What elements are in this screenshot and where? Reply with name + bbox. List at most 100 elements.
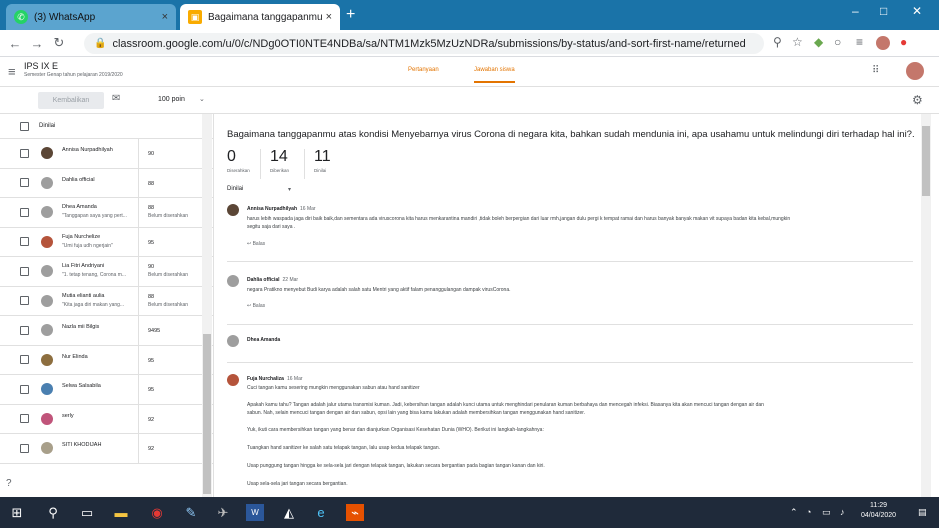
playlist-icon[interactable]: ≡: [856, 35, 863, 49]
column-divider: [138, 257, 139, 286]
stat-graded[interactable]: 11 Dinilai: [314, 148, 331, 173]
tab-whatsapp[interactable]: ✆ (3) WhatsApp ×: [6, 4, 176, 30]
student-grade[interactable]: 88: [148, 181, 154, 187]
app-icon[interactable]: ✎: [182, 504, 200, 521]
avatar: [227, 204, 239, 216]
student-row[interactable]: Selwa Salsabila 95: [0, 375, 213, 405]
close-tab-icon[interactable]: ×: [326, 11, 332, 23]
student-checkbox[interactable]: [20, 384, 29, 394]
tab-jawaban-siswa[interactable]: Jawaban siswa: [474, 67, 515, 83]
return-button[interactable]: Kembalikan: [38, 92, 104, 109]
student-row[interactable]: Dahlia official 88: [0, 168, 213, 198]
stat-submitted[interactable]: 0 Diserahkan: [227, 148, 250, 173]
reply-label: Balas: [252, 241, 266, 247]
notifications-icon[interactable]: ▤: [918, 507, 927, 518]
chevron-down-icon[interactable]: ▾: [288, 186, 291, 193]
url-input[interactable]: 🔒 classroom.google.com/u/0/c/NDg0OTI0NTE…: [84, 33, 764, 54]
photos-icon[interactable]: ◭: [280, 504, 298, 521]
student-grade[interactable]: 95: [148, 387, 154, 393]
class-name[interactable]: IPS IX E: [24, 61, 58, 71]
student-grade[interactable]: 90: [148, 264, 154, 270]
student-checkbox[interactable]: [20, 296, 29, 306]
extension-icon[interactable]: ◆: [814, 35, 823, 49]
tab-pertanyaan[interactable]: Pertanyaan: [408, 67, 439, 73]
student-checkbox[interactable]: [20, 325, 29, 335]
browser-icon[interactable]: ◉: [148, 504, 166, 521]
app-icon[interactable]: ✈: [214, 504, 232, 521]
back-arrow-icon[interactable]: ←: [4, 36, 26, 51]
email-icon[interactable]: ✉: [112, 93, 120, 104]
student-checkbox[interactable]: [20, 414, 29, 424]
file-explorer-icon[interactable]: ▬: [112, 504, 130, 521]
column-divider: [138, 434, 139, 463]
select-all-checkbox[interactable]: [20, 121, 29, 131]
extension-circle-icon[interactable]: ○: [834, 35, 841, 49]
student-grade[interactable]: 95: [148, 240, 154, 246]
student-row[interactable]: Lia Fitri Andriyani "1. tetap tenang, Co…: [0, 257, 213, 287]
profile-avatar-icon[interactable]: [876, 36, 890, 50]
close-window-button[interactable]: ✕: [912, 4, 922, 18]
task-view-icon[interactable]: ▭: [78, 504, 96, 521]
hamburger-menu-icon[interactable]: ≡: [8, 64, 16, 79]
acrobat-icon[interactable]: ⌁: [346, 504, 364, 521]
student-row[interactable]: Fuja Nurchelize "Umi fuja udh ngerjain" …: [0, 227, 213, 257]
student-grade[interactable]: 92: [148, 417, 154, 423]
edge-icon[interactable]: e: [312, 504, 330, 521]
submission-status: Belum diserahkan: [148, 213, 189, 219]
reply-button[interactable]: ↩ Balas: [247, 303, 265, 309]
student-checkbox[interactable]: [20, 443, 29, 453]
new-tab-button[interactable]: +: [346, 6, 355, 24]
word-icon[interactable]: W: [246, 504, 264, 521]
forward-arrow-icon[interactable]: →: [26, 36, 48, 51]
filter-select[interactable]: Dinilai: [227, 186, 243, 192]
student-checkbox[interactable]: [20, 178, 29, 188]
student-grade[interactable]: 90: [148, 151, 154, 157]
maximize-button[interactable]: □: [880, 4, 887, 18]
student-row[interactable]: Mutia elianti aulia "Kita jaga diri maka…: [0, 286, 213, 316]
points-select[interactable]: 100 poin: [158, 96, 185, 103]
chevron-down-icon[interactable]: ⌄: [199, 95, 205, 103]
battery-icon[interactable]: ▭: [822, 507, 831, 518]
student-checkbox[interactable]: [20, 237, 29, 247]
gear-icon[interactable]: ⚙: [912, 93, 923, 107]
scrollbar-thumb[interactable]: [922, 126, 930, 196]
scrollbar-thumb[interactable]: [203, 334, 211, 494]
student-checkbox[interactable]: [20, 355, 29, 365]
student-checkbox[interactable]: [20, 207, 29, 217]
student-list-scrollbar[interactable]: [202, 114, 212, 497]
student-row[interactable]: Nazla mii Bilgis 9495: [0, 316, 213, 346]
reply-button[interactable]: ↩ Balas: [247, 241, 265, 247]
windows-start-icon[interactable]: ⊞: [8, 504, 26, 521]
opera-icon[interactable]: ●: [900, 35, 907, 49]
detail-scrollbar[interactable]: [921, 114, 931, 497]
clock[interactable]: 11:29 04/04/2020: [861, 501, 896, 521]
student-grade[interactable]: 92: [148, 446, 154, 452]
student-grade[interactable]: 95: [148, 358, 154, 364]
student-row[interactable]: SITI KHODIJAH 92: [0, 434, 213, 464]
network-icon[interactable]: ◔: [806, 507, 811, 517]
account-avatar[interactable]: [906, 62, 924, 80]
list-header-label[interactable]: Dinilai: [39, 123, 55, 129]
volume-icon[interactable]: ♪: [840, 507, 845, 517]
list-header: Dinilai: [0, 114, 213, 139]
reload-icon[interactable]: ↻: [48, 35, 70, 51]
student-checkbox[interactable]: [20, 266, 29, 276]
help-icon[interactable]: ?: [6, 478, 12, 489]
student-grade[interactable]: 88: [148, 294, 154, 300]
student-grade[interactable]: 9495: [148, 328, 160, 334]
student-row[interactable]: Dhea Amanda "Tanggapan saya yang pert...…: [0, 198, 213, 228]
student-row[interactable]: serly 92: [0, 404, 213, 434]
stat-assigned[interactable]: 14 Diberikan: [270, 148, 289, 173]
bookmark-star-icon[interactable]: ☆: [792, 35, 803, 49]
search-icon[interactable]: ⚲: [44, 504, 62, 521]
tray-chevron-icon[interactable]: ⌃: [790, 507, 798, 518]
apps-grid-icon[interactable]: ⠿: [872, 65, 879, 76]
close-tab-icon[interactable]: ×: [162, 11, 168, 23]
student-checkbox[interactable]: [20, 148, 29, 158]
student-grade[interactable]: 88: [148, 205, 154, 211]
student-row[interactable]: Annisa Nurpadhilyah 90: [0, 139, 213, 169]
minimize-button[interactable]: –: [852, 4, 859, 18]
student-row[interactable]: Nur Elinda 95: [0, 345, 213, 375]
tab-classroom[interactable]: ▣ Bagaimana tanggapanmu atas ko ×: [180, 4, 340, 30]
zoom-icon[interactable]: ⚲: [773, 35, 782, 49]
